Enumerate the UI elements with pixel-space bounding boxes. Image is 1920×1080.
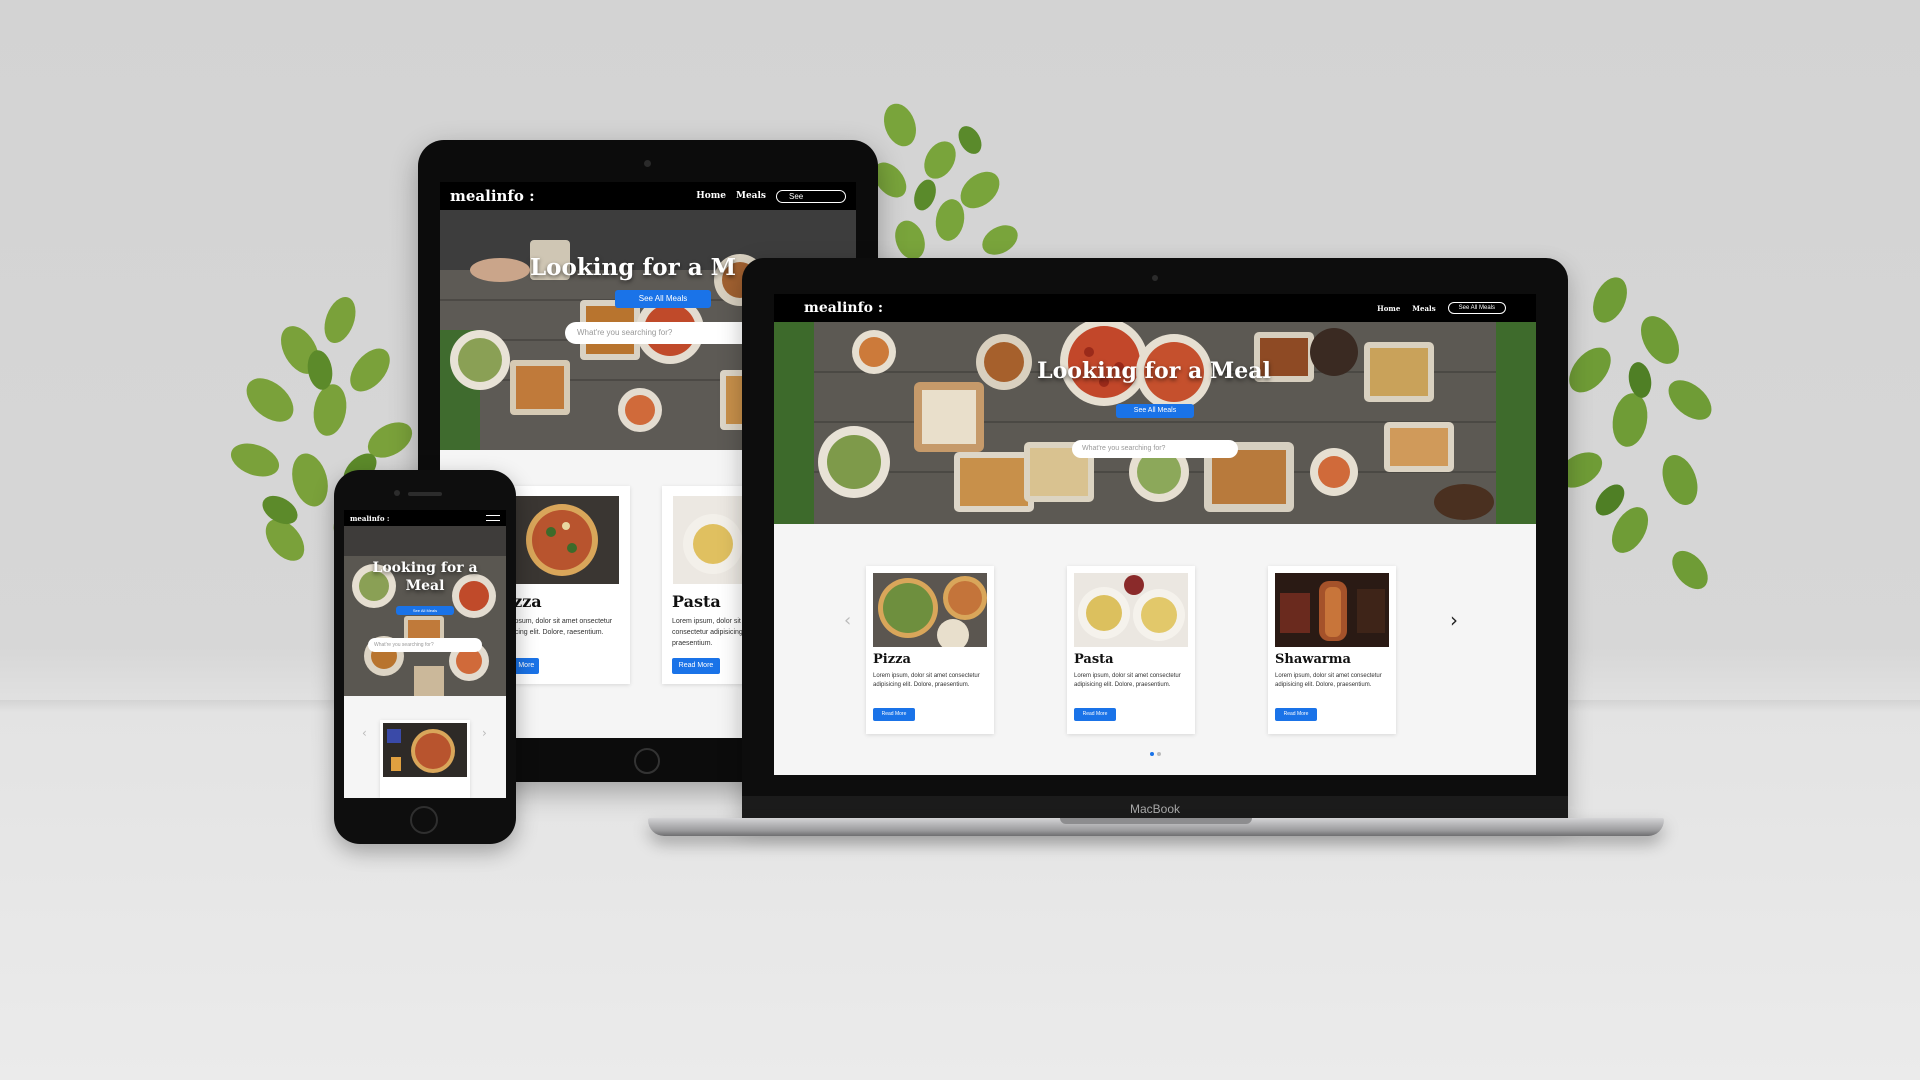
laptop-card-pasta-image	[1074, 573, 1188, 647]
laptop-nav-home[interactable]: Home	[1377, 304, 1400, 313]
laptop-card-pizza-text: Lorem ipsum, dolor sit amet consectetur …	[873, 673, 980, 688]
plant-right-illustration	[1557, 277, 1712, 590]
phone-navbar: mealinfo :	[344, 510, 506, 526]
laptop-carousel-next[interactable]: ›	[1450, 608, 1458, 632]
laptop-card-pasta-title: Pasta	[1074, 652, 1114, 667]
laptop-hero-title: Looking for a Meal	[1037, 358, 1271, 384]
laptop-cards-section: ‹ › Pizza Lorem ipsum, dolor sit amet co…	[774, 524, 1536, 775]
laptop-card-pizza-read-more-button[interactable]: Read More	[873, 708, 915, 721]
tablet-card-pizza-image	[506, 496, 619, 584]
tablet-nav-see-all-button[interactable]: See	[776, 189, 846, 203]
laptop-logo[interactable]: mealinfo :	[804, 300, 883, 316]
tablet-navbar: mealinfo : Home Meals See	[440, 182, 856, 210]
phone-hero: Looking for a Meal See All Meals What're…	[344, 526, 506, 696]
tablet-home-button[interactable]	[634, 748, 660, 774]
phone-logo[interactable]: mealinfo :	[350, 514, 390, 523]
phone-device: mealinfo : Looking for a Meal See All Me…	[334, 470, 516, 844]
phone-screen: mealinfo : Looking for a Meal See All Me…	[344, 510, 506, 798]
tablet-nav-home[interactable]: Home	[696, 191, 726, 201]
tablet-hero-search-input[interactable]: What're you searching for?	[565, 322, 765, 344]
laptop-card-pizza: Pizza Lorem ipsum, dolor sit amet consec…	[866, 566, 994, 734]
laptop-hero: Looking for a Meal See All Meals What're…	[774, 322, 1536, 524]
laptop-carousel-prev[interactable]: ‹	[844, 610, 851, 631]
laptop-card-shawarma-text: Lorem ipsum, dolor sit amet consectetur …	[1275, 673, 1382, 688]
laptop-card-pizza-image	[873, 573, 987, 647]
tablet-card-pasta-title: Pasta	[672, 592, 721, 611]
laptop-screen: mealinfo : Home Meals See All Meals Look…	[774, 294, 1536, 775]
laptop-card-pasta-text: Lorem ipsum, dolor sit amet consectetur …	[1074, 673, 1181, 688]
laptop-nav-links: Home Meals See All Meals	[1377, 302, 1506, 314]
tablet-hero-title: Looking for a M	[530, 254, 737, 281]
laptop-brand-label: MacBook	[1129, 802, 1181, 816]
phone-speaker	[408, 492, 442, 496]
phone-hero-title-line1: Looking for a	[372, 560, 478, 576]
laptop-card-shawarma-title: Shawarma	[1275, 652, 1351, 667]
laptop-hero-search-input[interactable]: What're you searching for?	[1072, 440, 1238, 458]
phone-camera	[394, 490, 400, 496]
phone-carousel-next[interactable]: ›	[482, 726, 487, 740]
laptop-card-pizza-title: Pizza	[873, 652, 911, 667]
laptop-card-pasta: Pasta Lorem ipsum, dolor sit amet consec…	[1067, 566, 1195, 734]
phone-card-pizza-image	[383, 723, 467, 777]
phone-hero-see-all-button[interactable]: See All Meals	[396, 606, 454, 615]
laptop-hero-see-all-button[interactable]: See All Meals	[1116, 404, 1194, 418]
phone-cards-section: ‹ ›	[344, 696, 506, 798]
phone-carousel-prev[interactable]: ‹	[362, 726, 367, 740]
laptop-camera	[1152, 275, 1158, 281]
laptop-navbar: mealinfo : Home Meals See All Meals	[774, 294, 1536, 322]
tablet-camera	[644, 160, 651, 167]
laptop-card-shawarma-image	[1275, 573, 1389, 647]
phone-hero-title-line2: Meal	[405, 578, 445, 594]
tablet-nav-meals[interactable]: Meals	[736, 191, 766, 201]
laptop-device: mealinfo : Home Meals See All Meals Look…	[742, 258, 1568, 822]
laptop-nav-see-all-button[interactable]: See All Meals	[1447, 302, 1506, 314]
laptop-carousel-dot-2[interactable]	[1157, 752, 1161, 756]
tablet-logo[interactable]: mealinfo :	[450, 187, 535, 205]
laptop-card-shawarma-read-more-button[interactable]: Read More	[1275, 708, 1317, 721]
tablet-card-pasta-read-more-button[interactable]: Read More	[672, 658, 720, 674]
laptop-carousel-dot-1[interactable]	[1150, 752, 1154, 756]
phone-hero-search-input[interactable]: What're you searching for?	[368, 638, 482, 652]
tablet-hero-see-all-button[interactable]: See All Meals	[615, 290, 711, 308]
laptop-hero-food-image	[774, 322, 1536, 524]
laptop-card-pasta-read-more-button[interactable]: Read More	[1074, 708, 1116, 721]
tablet-nav-links: Home Meals See	[696, 189, 846, 203]
laptop-base-notch	[1060, 818, 1252, 824]
laptop-card-shawarma: Shawarma Lorem ipsum, dolor sit amet con…	[1268, 566, 1396, 734]
phone-card-pizza	[380, 720, 470, 798]
phone-home-button[interactable]	[410, 806, 438, 834]
menu-icon[interactable]	[486, 515, 500, 521]
phone-nav-menu[interactable]	[486, 515, 500, 521]
laptop-nav-meals[interactable]: Meals	[1412, 304, 1435, 313]
